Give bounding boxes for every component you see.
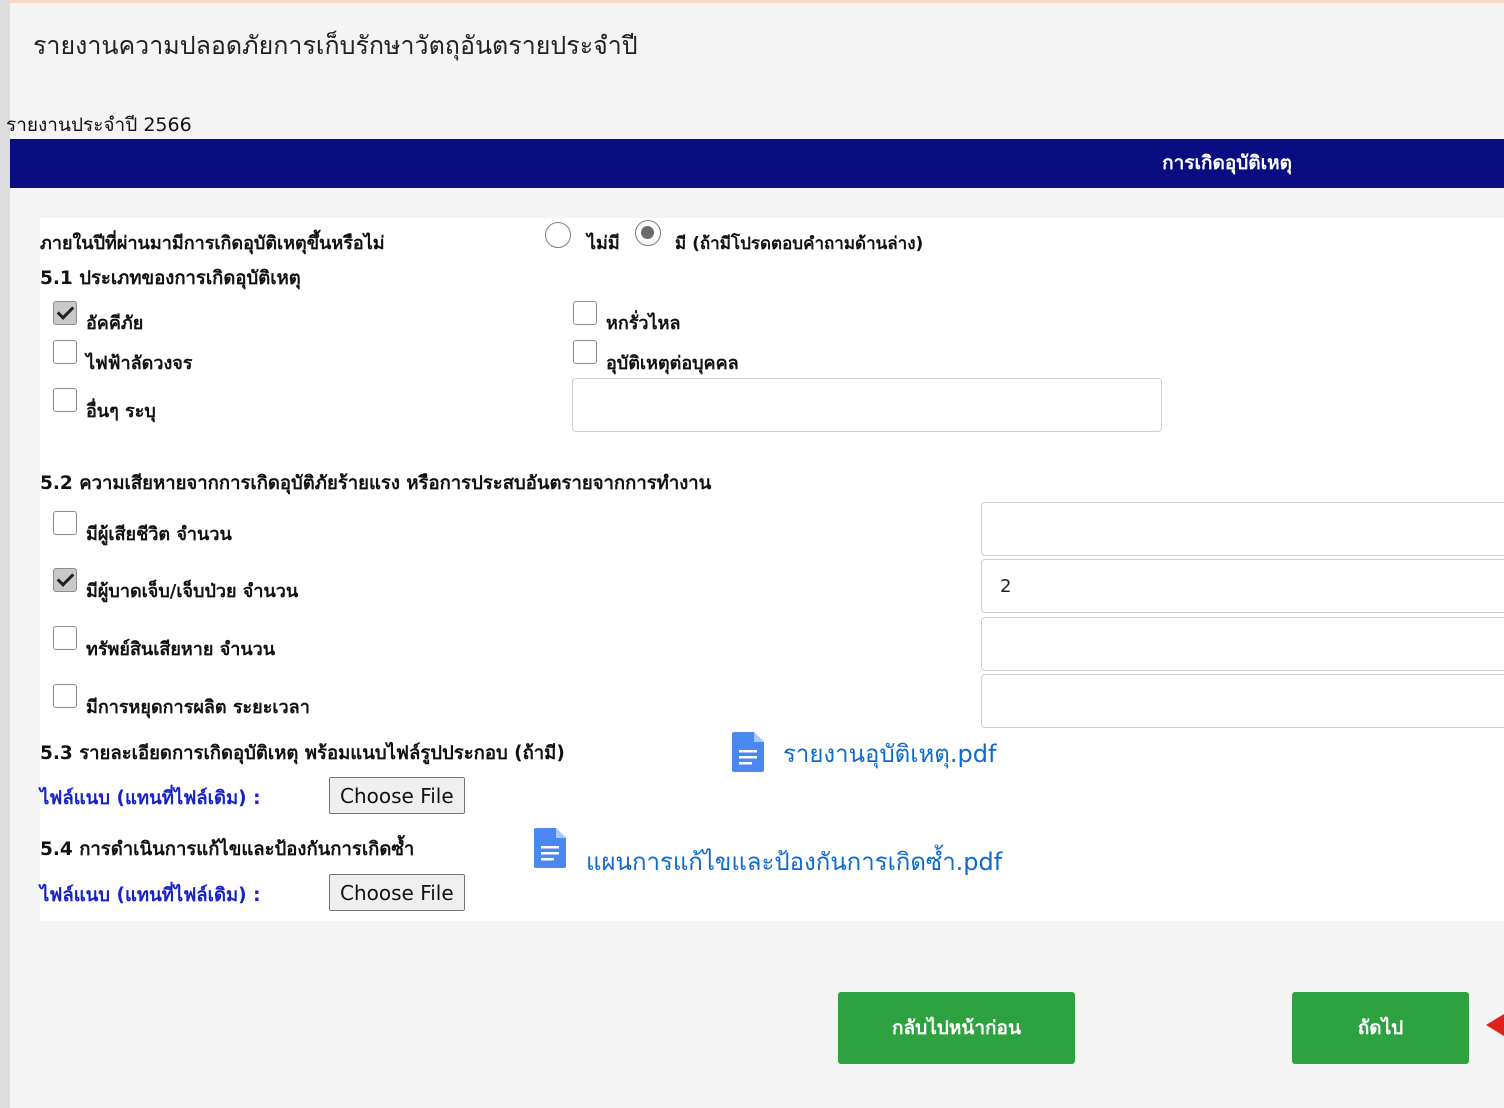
radio-no-accident[interactable]: [545, 222, 571, 248]
page-title: รายงานความปลอดภัยการเก็บรักษาวัตถุอันตรา…: [33, 31, 638, 60]
radio-no-label: ไม่มี: [587, 233, 620, 254]
accident-report-file-link[interactable]: รายงานอุบัติเหตุ.pdf: [783, 734, 996, 773]
accident-form-panel: ภายในปีที่ผ่านมามีการเกิดอุบัติเหตุขึ้นห…: [40, 218, 1504, 921]
radio-yes-label: มี (ถ้ามีโปรดตอบคำถามด้านล่าง): [675, 234, 924, 254]
document-icon[interactable]: [532, 826, 568, 870]
choose-file-button-5-4[interactable]: Choose File: [329, 874, 465, 911]
section-header-bar: การเกิดอุบัติเหตุ: [10, 139, 1504, 188]
top-accent-line: [0, 0, 1504, 3]
section-5-2-heading: 5.2 ความเสียหายจากการเกิดอุบัติภัยร้ายแร…: [40, 473, 712, 494]
checkbox-property-damage[interactable]: [53, 626, 77, 650]
next-button[interactable]: ถัดไป: [1292, 992, 1469, 1064]
injured-count-input[interactable]: [981, 559, 1504, 613]
checkbox-property-damage-label: ทรัพย์สินเสียหาย จำนวน: [86, 639, 276, 660]
corrective-plan-file-link[interactable]: แผนการแก้ไขและป้องกันการเกิดซ้ำ.pdf: [586, 842, 1002, 881]
checkbox-injured-label: มีผู้บาดเจ็บ/เจ็บป่วย จำนวน: [86, 581, 299, 602]
choose-file-button-5-3[interactable]: Choose File: [329, 777, 465, 814]
checkbox-production-stop-label: มีการหยุดการผลิต ระยะเวลา: [86, 697, 310, 718]
checkbox-fire[interactable]: [53, 301, 77, 325]
checkbox-deaths-label: มีผู้เสียชีวิต จำนวน: [86, 524, 232, 545]
property-damage-input[interactable]: [981, 617, 1504, 671]
section-5-4-heading: 5.4 การดำเนินการแก้ไขและป้องกันการเกิดซ้…: [40, 839, 415, 860]
checkbox-leak-label: หกรั่วไหล: [606, 313, 681, 334]
checkbox-leak[interactable]: [573, 301, 597, 325]
deaths-count-input[interactable]: [981, 502, 1504, 556]
attach-label-5-3: ไฟล์แนบ (แทนที่ไฟล์เดิม) :: [40, 788, 261, 809]
checkbox-short-circuit-label: ไฟฟ้าลัดวงจร: [86, 353, 193, 374]
checkbox-deaths[interactable]: [53, 511, 77, 535]
checkbox-production-stop[interactable]: [53, 684, 77, 708]
checkbox-short-circuit[interactable]: [53, 340, 77, 364]
left-scroll-edge: [0, 0, 10, 1108]
checkbox-injured[interactable]: [53, 568, 77, 592]
section-header-title: การเกิดอุบัติเหตุ: [1162, 152, 1292, 174]
radio-has-accident[interactable]: [635, 220, 661, 246]
checkbox-personal-accident-label: อุบัติเหตุต่อบุคคล: [606, 353, 739, 374]
production-stop-input[interactable]: [981, 674, 1504, 728]
report-year-label: รายงานประจำปี 2566: [6, 114, 192, 136]
checkbox-fire-label: อัคคีภัย: [86, 313, 144, 334]
attach-label-5-4: ไฟล์แนบ (แทนที่ไฟล์เดิม) :: [40, 885, 261, 906]
section-5-3-heading: 5.3 รายละเอียดการเกิดอุบัติเหตุ พร้อมแนบ…: [40, 743, 565, 764]
checkbox-personal-accident[interactable]: [573, 340, 597, 364]
pointer-arrow-icon: [1486, 1014, 1504, 1036]
document-icon[interactable]: [730, 730, 766, 774]
section-5-1-heading: 5.1 ประเภทของการเกิดอุบัติเหตุ: [40, 268, 301, 289]
other-specify-input[interactable]: [572, 378, 1162, 432]
checkbox-other[interactable]: [53, 388, 77, 412]
accident-question-label: ภายในปีที่ผ่านมามีการเกิดอุบัติเหตุขึ้นห…: [40, 233, 385, 254]
back-button[interactable]: กลับไปหน้าก่อน: [838, 992, 1075, 1064]
checkbox-other-label: อื่นๆ ระบุ: [86, 401, 156, 422]
